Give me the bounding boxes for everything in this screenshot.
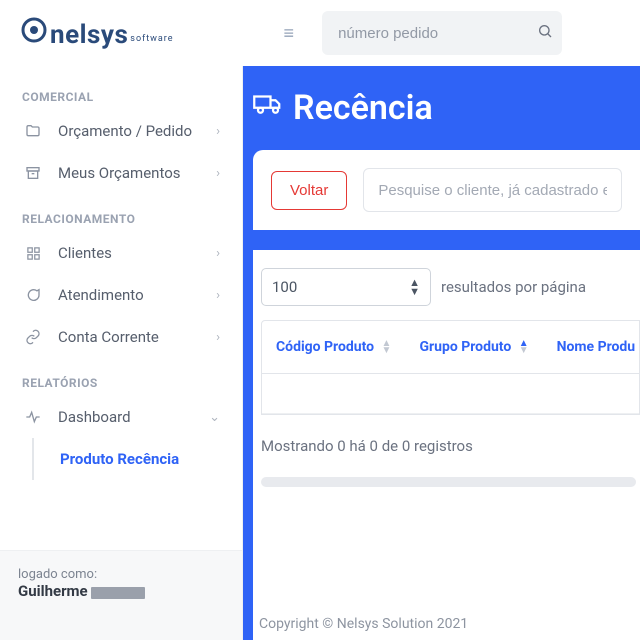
sidebar-item-dashboard[interactable]: Dashboard ⌄ [0, 396, 242, 438]
link-icon [22, 329, 44, 345]
brand-logo: nelsys software [20, 16, 174, 50]
sidebar-item-label: Atendimento [58, 286, 216, 304]
sidebar-item-atendimento[interactable]: Atendimento › [0, 274, 242, 316]
per-page-label: resultados por página [441, 278, 586, 296]
chevron-right-icon: › [216, 166, 220, 181]
showing-text: Mostrando 0 há 0 de 0 registros [257, 431, 640, 455]
order-search-input[interactable] [338, 25, 537, 42]
sidebar-subitem-label: Produto Recência [60, 450, 179, 468]
col-nome-produto[interactable]: Nome Produ [543, 321, 640, 374]
logged-user: Guilherme [18, 582, 88, 600]
sidebar-subitem-produto-recencia[interactable]: Produto Recência [0, 438, 242, 480]
sidebar-item-label: Clientes [58, 244, 216, 262]
logo-icon [20, 16, 48, 44]
archive-icon [22, 165, 44, 181]
section-comercial: COMERCIAL [0, 72, 242, 110]
pulse-icon [22, 409, 44, 425]
filter-card: Voltar [253, 150, 640, 230]
main-content: Recência Voltar 100 ▲▼ resultados por pá… [243, 66, 640, 640]
sidebar-item-conta-corrente[interactable]: Conta Corrente › [0, 316, 242, 358]
chevron-right-icon: › [216, 330, 220, 345]
sidebar-footer: logado como: Guilherme [0, 550, 242, 640]
sidebar-item-label: Conta Corrente [58, 328, 216, 346]
chevron-down-icon: ⌄ [209, 410, 220, 425]
select-arrows-icon: ▲▼ [409, 278, 420, 296]
sort-asc-icon: ▲▼ [519, 340, 529, 354]
sidebar-item-label: Meus Orçamentos [58, 164, 216, 182]
section-relacionamento: RELACIONAMENTO [0, 194, 242, 232]
brand-subtitle: software [130, 34, 173, 44]
results-pane: 100 ▲▼ resultados por página Código Prod… [253, 250, 640, 640]
col-codigo-produto[interactable]: Código Produto ▲▼ [262, 321, 405, 374]
grid-icon [22, 246, 44, 261]
page-title: Recência [293, 88, 433, 128]
chevron-right-icon: › [216, 246, 220, 261]
folder-icon [22, 123, 44, 139]
section-relatorios: RELATÓRIOS [0, 358, 242, 396]
horizontal-scrollbar[interactable] [261, 477, 636, 487]
per-page-select[interactable]: 100 ▲▼ [261, 268, 431, 306]
chevron-right-icon: › [216, 288, 220, 303]
chat-icon [22, 287, 44, 303]
client-search-input[interactable] [363, 168, 622, 212]
truck-icon [253, 89, 283, 127]
sidebar-item-orcamento-pedido[interactable]: Orçamento / Pedido › [0, 110, 242, 152]
sidebar-item-label: Orçamento / Pedido [58, 122, 216, 140]
chevron-right-icon: › [216, 124, 220, 139]
redacted-surname [91, 587, 145, 599]
table-row-empty [262, 374, 640, 414]
sort-icon: ▲▼ [382, 340, 392, 354]
menu-toggle-icon[interactable]: ≡ [284, 23, 295, 44]
results-table: Código Produto ▲▼ Grupo Produto ▲▼ Nome … [261, 320, 640, 415]
search-icon [537, 23, 553, 43]
sidebar-item-meus-orcamentos[interactable]: Meus Orçamentos › [0, 152, 242, 194]
copyright: Copyright © Nelsys Solution 2021 [259, 614, 468, 634]
per-page-value: 100 [272, 278, 297, 296]
sidebar-item-clientes[interactable]: Clientes › [0, 232, 242, 274]
order-search[interactable] [322, 11, 562, 55]
sidebar: COMERCIAL Orçamento / Pedido › Meus Orça… [0, 66, 243, 640]
back-button[interactable]: Voltar [271, 171, 347, 210]
brand-name: nelsys [50, 20, 128, 50]
col-grupo-produto[interactable]: Grupo Produto ▲▼ [405, 321, 542, 374]
sidebar-item-label: Dashboard [58, 408, 209, 426]
logged-as-label: logado como: [18, 567, 224, 582]
